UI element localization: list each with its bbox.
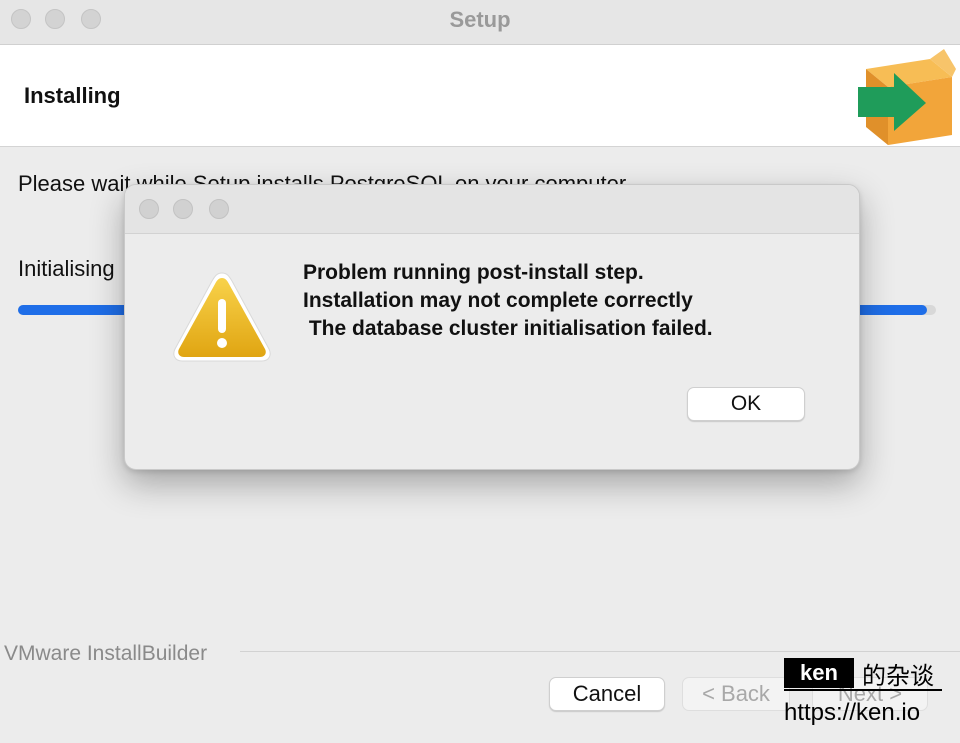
- ok-button[interactable]: OK: [687, 387, 805, 421]
- warning-icon: [173, 272, 271, 362]
- dialog-message: Problem running post-install step. Insta…: [303, 261, 713, 340]
- back-button[interactable]: < Back: [682, 677, 790, 711]
- dialog-close-button[interactable]: [139, 199, 159, 219]
- window-titlebar: Setup: [0, 0, 960, 45]
- installer-brand: VMware InstallBuilder: [4, 642, 208, 665]
- installer-header: Installing: [0, 45, 960, 147]
- watermark-name: ken: [784, 658, 854, 688]
- page-title: Installing: [24, 83, 121, 108]
- dialog-minimize-button[interactable]: [173, 199, 193, 219]
- window-title: Setup: [449, 7, 511, 32]
- watermark-url: https://ken.io: [784, 699, 921, 726]
- watermark-suffix: 的杂谈: [862, 663, 934, 690]
- dialog-titlebar: [125, 185, 859, 234]
- footer-divider: [240, 651, 960, 652]
- installer-box-arrow-icon: [858, 49, 956, 145]
- install-status-text: Initialising: [18, 256, 115, 281]
- error-dialog: Problem running post-install step. Insta…: [124, 184, 860, 470]
- dialog-zoom-button[interactable]: [209, 199, 229, 219]
- watermark-underline: [784, 689, 942, 691]
- cancel-button[interactable]: Cancel: [549, 677, 665, 711]
